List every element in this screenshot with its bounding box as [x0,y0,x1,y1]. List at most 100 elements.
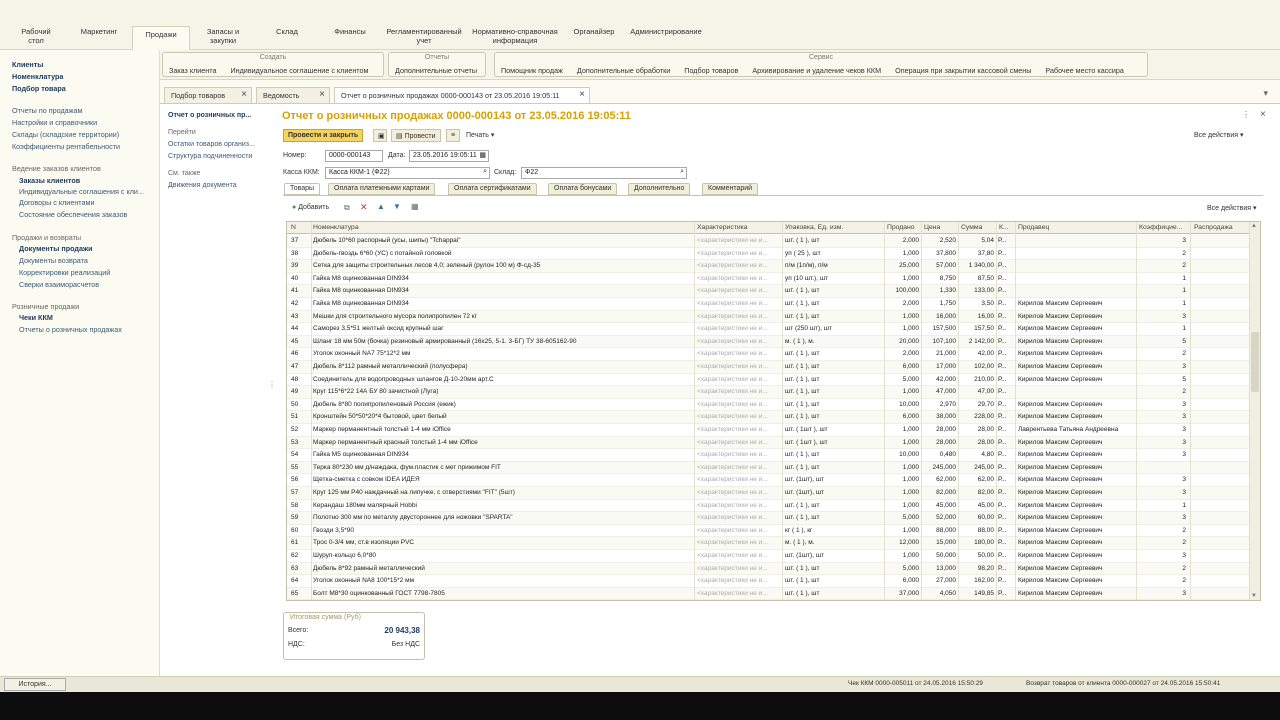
nav-warehouse[interactable]: Склад [270,27,304,36]
tab-retail-report[interactable]: Отчет о розничных продажах 0000-000143 о… [334,87,590,103]
nav-stock[interactable]: Запасы и закупки [200,27,246,45]
sidebar-warehouses[interactable]: Склады (складские территории) [12,130,119,139]
nav-reference[interactable]: Нормативно-справочная информация [470,27,560,45]
nav-sales[interactable]: Продажи [132,26,190,50]
sidebar-contracts[interactable]: Договоры с клиентами [19,198,94,207]
table-row[interactable]: 58 Керандаш 180мм малярный Hobbi <характер… [287,500,1250,513]
cmd-additional-processing[interactable]: Дополнительные обработки [577,66,670,75]
calendar-icon[interactable]: ▦ [479,151,486,159]
table-row[interactable]: 51 Кронштейн 50*50*20*4 бытовой, цвет бел… [287,411,1250,425]
tabs-menu-icon[interactable]: ▾ [1263,88,1268,99]
close-icon[interactable]: × [1260,109,1266,120]
fill-icon[interactable]: ▦ [411,202,419,211]
warehouse-field[interactable]: Ф22 ⌕ [521,167,687,179]
all-actions-button[interactable]: Все действия ▾ [1194,131,1243,139]
nav-marketing[interactable]: Маркетинг [76,27,122,36]
col-sum[interactable]: Сумма [961,224,991,231]
sidebar-customer-orders[interactable]: Заказы клиентов [19,176,80,185]
print-button[interactable]: Печать ▾ [462,129,498,142]
tab-statement[interactable]: Ведомость × [256,87,330,103]
cmd-customer-order[interactable]: Заказ клиента [169,66,216,75]
cmd-individual-agreement[interactable]: Индивидуальное соглашение с клиентом [230,66,368,75]
table-row[interactable]: 63 Дюбель 8*92 рамный металлический <харак… [287,562,1250,576]
table-row[interactable]: 60 Гвозди 3,5*90 <характеристики не и... кг… [287,525,1250,538]
tab-bonus-payments[interactable]: Оплата бонусами [548,183,618,195]
col-k[interactable]: К... [999,224,1013,231]
nav-organizer[interactable]: Органайзер [570,27,618,36]
col-package[interactable]: Упаковка, Ед. изм. [785,224,881,231]
table-row[interactable]: 47 Дюбель 8*112 рамный металлический (пол… [287,361,1250,374]
scroll-down-icon[interactable]: ▼ [1251,593,1257,599]
tab-additional[interactable]: Дополнительно [628,183,691,195]
table-row[interactable]: 44 Саморез 3,5*51 желтый оксид крупный ша… [287,323,1250,336]
scroll-up-icon[interactable]: ▲ [1251,223,1257,229]
status-message-1[interactable]: Чек ККМ 0000-005011 от 24.05.2016 15:50:… [848,680,983,687]
search-icon[interactable]: ⌕ [680,168,684,176]
kkm-field[interactable]: Касса ККМ-1 (Ф22) ⌕ [325,167,490,179]
nav-desktop[interactable]: Рабочий стол [18,27,54,45]
table-row[interactable]: 65 Болт М8*30 оцинкованный ГОСТ 7798-7805… [287,587,1250,600]
sidebar-adjustments[interactable]: Корректировки реализаций [19,268,110,277]
delete-icon[interactable]: ✕ [360,202,368,213]
col-n[interactable]: N [291,224,311,231]
scroll-thumb[interactable] [1251,332,1259,392]
tab-comment[interactable]: Комментарий [702,183,759,195]
col-sale[interactable]: Распродажа [1194,224,1244,231]
table-row[interactable]: 62 Шуруп-кольцо 6,0*80 <характеристики не … [287,550,1250,563]
table-row[interactable]: 46 Уголок оконный NA7 75*12*2 мм <характер… [287,348,1250,362]
post-and-close-button[interactable]: Провести и закрыть [283,129,364,142]
col-seller[interactable]: Продавец [1018,224,1128,231]
table-row[interactable]: 57 Круг 125 мм Р40 наждачный на липучке, … [287,487,1250,500]
table-row[interactable]: 48 Соединитель для водопроводных шлангов … [287,374,1250,387]
table-row[interactable]: 52 Маркер перманентный толстый 1-4 мм iOf… [287,424,1250,437]
col-price[interactable]: Цена [924,224,954,231]
tab-goods-selection[interactable]: Подбор товаров × [164,87,252,103]
history-button[interactable]: История... [4,678,66,691]
form-nav-stock-balances[interactable]: Остатки товаров организ... [168,141,255,148]
sidebar-settings[interactable]: Настройки и справочники [12,118,97,127]
cmd-archive-receipts[interactable]: Архивирование и удаление чеков ККМ [752,66,881,75]
cmd-additional-reports[interactable]: Дополнительные отчеты [395,66,477,75]
col-sold[interactable]: Продано [887,224,921,231]
table-row[interactable]: 37 Дюбель 10*60 распорный (усы, шипы) "Tc… [287,235,1250,248]
table-row[interactable]: 59 Полотно 300 мм по металлу двустороннее… [287,512,1250,525]
form-nav-current[interactable]: Отчет о розничных пр... [168,112,251,119]
grid-all-actions-button[interactable]: Все действия ▾ [1207,204,1256,212]
col-coefficient[interactable]: Коэффицие... [1139,224,1189,231]
sidebar-nomenclature[interactable]: Номенклатура [12,72,63,81]
table-row[interactable]: 45 Шланг 18 мм 50м (бочка) резиновый арми… [287,335,1250,349]
cmd-close-shift[interactable]: Операция при закрытии кассовой смены [895,66,1031,75]
sidebar-sales-documents[interactable]: Документы продажи [19,244,93,253]
table-row[interactable]: 49 Круг 115*6*22 14А БУ 80 зачистной (Луг… [287,386,1250,399]
add-button[interactable]: ● Добавить [288,202,333,215]
tab-certificate-payments[interactable]: Оплата сертификатами [448,183,537,195]
table-row[interactable]: 42 Гайка М8 оцинкованная DIN934 <характери… [287,298,1250,311]
number-field[interactable]: 0000-000143 [325,150,383,162]
tab-goods[interactable]: Товары [284,183,321,195]
sidebar-reconciliations[interactable]: Сверки взаиморасчетов [19,280,99,289]
move-down-icon[interactable]: ▼ [393,202,401,211]
list-icon[interactable]: ≡ [446,129,460,142]
table-row[interactable]: 41 Гайка М8 оцинкованная DIN934 <характери… [287,285,1250,299]
sidebar-clients[interactable]: Клиенты [12,60,43,69]
col-characteristic[interactable]: Характеристика [697,224,777,231]
table-row[interactable]: 64 Уголок оконный NA8 100*15*2 мм <характе… [287,575,1250,588]
date-field[interactable]: 23.05.2016 19:05:11 ▦ [409,150,489,162]
table-row[interactable]: 39 Сетка для защиты строительных лесов 4,… [287,260,1250,273]
sidebar-kkm-receipts[interactable]: Чеки ККМ [19,313,53,322]
status-message-2[interactable]: Возврат товаров от клиента 0000-000027 о… [1026,680,1220,687]
col-nomenclature[interactable]: Номенклатура [313,224,693,231]
nav-finance[interactable]: Финансы [330,27,370,36]
table-row[interactable]: 53 Маркер перманентный красный толстый 1-… [287,436,1250,450]
sidebar-order-status[interactable]: Состояние обеспечения заказов [19,210,127,219]
cmd-sales-assistant[interactable]: Помощник продаж [501,66,563,75]
table-row[interactable]: 43 Мешки для строительного мусора полипро… [287,310,1250,324]
sidebar-retail-reports[interactable]: Отчеты о розничных продажах [19,325,122,334]
nav-admin[interactable]: Администрирование [628,27,704,36]
table-row[interactable]: 38 Дюбель-гвоздь 6*60 (УС) с потайной гол… [287,248,1250,261]
sidebar-return-documents[interactable]: Документы возврата [19,256,88,265]
copy-icon[interactable]: ⧉ [344,203,350,213]
tab-card-payments[interactable]: Оплата платежными картами [328,183,436,195]
sidebar-goods-selection[interactable]: Подбор товара [12,84,66,93]
sidebar-profitability[interactable]: Коэффициенты рентабельности [12,142,120,151]
